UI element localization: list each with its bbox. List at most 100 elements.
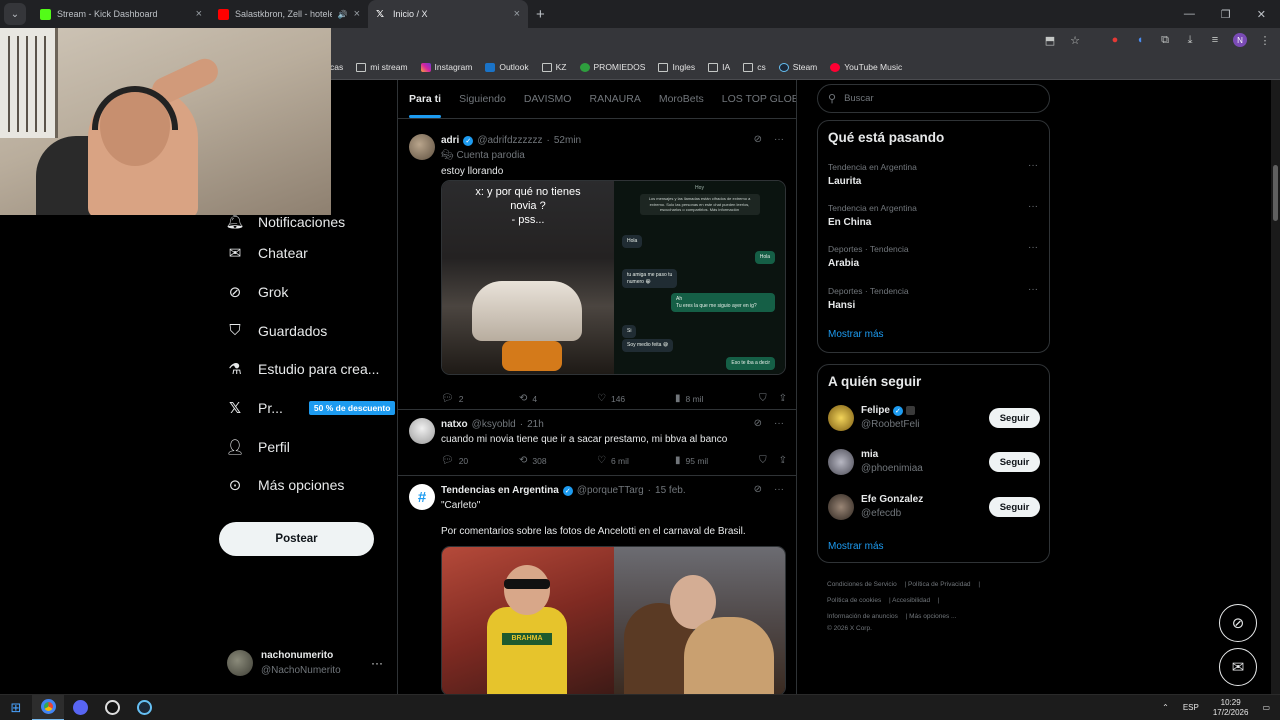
bookmark-icon[interactable]: ⛉ [759, 393, 767, 404]
extension-blue-icon[interactable]: ◖ [1133, 33, 1147, 47]
author-handle[interactable]: @adrifdzzzzzz [477, 135, 542, 146]
more-icon[interactable]: ··· [1028, 284, 1038, 295]
tweet[interactable]: natxo @ksyobld · 21h ⊘ ··· cuando mi novi… [398, 410, 796, 476]
author-handle[interactable]: @ksyobld [472, 419, 516, 430]
follow-suggestion[interactable]: Efe Gonzalez @efecdb Seguir [828, 494, 1040, 524]
post-button[interactable]: Postear [219, 522, 374, 556]
tab-los-top-globa[interactable]: LOS TOP GLOBA [722, 93, 796, 105]
close-tab-icon[interactable]: × [514, 8, 520, 20]
nav-mas-opciones[interactable]: ⊙ Más opciones [219, 466, 389, 505]
bookmark-promiedos[interactable]: PROMIEDOS [579, 62, 645, 72]
chrome-icon[interactable] [32, 694, 64, 720]
close-tab-icon[interactable]: × [196, 8, 202, 20]
author-name[interactable]: adri [441, 135, 459, 146]
search-input[interactable]: ⚲ Buscar [817, 84, 1050, 113]
extension-red-icon[interactable]: ● [1108, 33, 1122, 47]
media-queue-icon[interactable]: ≡ [1208, 33, 1222, 47]
messages-floating-button[interactable]: ✉︎ [1219, 648, 1257, 686]
footer-link[interactable]: Política de Privacidad [908, 581, 971, 588]
footer-link[interactable]: Política de cookies [827, 597, 881, 604]
reply-button[interactable]: 💬︎ 2 [441, 393, 519, 404]
tweet-time[interactable]: 21h [527, 419, 544, 430]
share-icon[interactable]: ⇪ [779, 455, 787, 466]
author-name[interactable]: Tendencias en Argentina [441, 485, 559, 496]
tab-kick-dashboard[interactable]: Stream - Kick Dashboard × [32, 0, 210, 28]
tweet-time[interactable]: 52min [554, 135, 581, 146]
bookmark-cs[interactable]: cs [743, 62, 766, 72]
tab-ranaura[interactable]: RANAURA [589, 93, 640, 105]
repost-button[interactable]: ⟲ 4 [519, 393, 597, 404]
tab-para-ti[interactable]: Para ti [409, 93, 442, 118]
tweet[interactable]: adri ✓ @adrifdzzzzzz · 52min ⊘ ··· 🎭︎ Cue… [398, 126, 796, 410]
footer-link[interactable]: Información de anuncios [827, 613, 898, 620]
follow-suggestion[interactable]: mia @phoenimiaa Seguir [828, 449, 1040, 479]
show-more-trends-link[interactable]: Mostrar más [828, 329, 884, 340]
follow-button[interactable]: Seguir [989, 452, 1040, 472]
tweet-time[interactable]: 15 feb. [655, 485, 686, 496]
bookmark-youtube-music[interactable]: YouTube Music [830, 62, 902, 72]
grok-icon[interactable]: ⊘ [754, 134, 762, 145]
grok-icon[interactable]: ⊘ [754, 484, 762, 495]
nav-chatear[interactable]: ✉︎ Chatear [219, 234, 389, 273]
like-button[interactable]: ♡ 6 mil [597, 455, 675, 466]
kebab-menu-icon[interactable]: ⋮ [1258, 33, 1272, 47]
footer-link[interactable]: Condiciones de Servicio [827, 581, 897, 588]
more-icon[interactable]: ··· [1028, 242, 1038, 253]
bookmark-icon[interactable]: ⛉ [759, 455, 767, 466]
tweet-media[interactable]: BRAHMA [441, 546, 786, 694]
author-handle[interactable]: @porqueTTarg [577, 485, 644, 496]
trend-item[interactable]: Tendencia en Argentina Laurita ··· [828, 160, 1038, 187]
steam-icon[interactable] [128, 695, 160, 720]
extensions-puzzle-icon[interactable]: ⧉ [1158, 33, 1172, 47]
profile-avatar[interactable]: N [1233, 33, 1247, 47]
bookmark-cas[interactable]: cas [330, 62, 343, 72]
page-scrollbar[interactable] [1271, 80, 1280, 694]
windows-start-icon[interactable]: ⊞ [0, 695, 32, 720]
tab-x-inicio[interactable]: 𝕏 Inicio / X × [368, 0, 528, 28]
speaker-icon[interactable]: 🔊 [338, 10, 348, 19]
grok-icon[interactable]: ⊘ [754, 418, 762, 429]
clock[interactable]: 10:29 17/2/2026 [1213, 698, 1249, 718]
restore-icon[interactable]: ❐ [1221, 8, 1231, 21]
tab-youtube[interactable]: Salastkbron, Zell - hoteles ( 🔊 × [210, 0, 368, 28]
share-icon[interactable]: ⇪ [779, 393, 787, 404]
more-icon[interactable]: ··· [1028, 160, 1038, 171]
close-tab-icon[interactable]: × [354, 8, 360, 20]
bookmark-ia[interactable]: IA [708, 62, 730, 72]
more-icon[interactable]: ··· [774, 484, 784, 495]
new-tab-icon[interactable]: + [536, 6, 545, 23]
star-icon[interactable]: ☆ [1068, 33, 1082, 47]
download-icon[interactable]: ⤓ [1183, 33, 1197, 47]
notification-icon[interactable]: ▭ [1262, 703, 1270, 712]
tweet-media[interactable]: x: y por qué no tienes novia ? - pss... … [441, 180, 786, 375]
language-indicator[interactable]: ESP [1183, 703, 1199, 712]
footer-link[interactable]: Más opciones ... [909, 613, 956, 620]
trend-item[interactable]: Deportes · Tendencia Arabia ··· [828, 242, 1038, 269]
obs-icon[interactable] [96, 695, 128, 720]
tray-chevron-icon[interactable]: ⌃ [1162, 703, 1169, 712]
tab-morobets[interactable]: MoroBets [659, 93, 704, 105]
reply-button[interactable]: 💬︎ 20 [441, 455, 519, 466]
bookmark-mi-stream[interactable]: mi stream [356, 62, 408, 72]
more-icon[interactable]: ··· [371, 656, 383, 670]
more-icon[interactable]: ··· [774, 134, 784, 145]
nav-estudio[interactable]: ⚗︎ Estudio para crea... [219, 350, 389, 389]
nav-perfil[interactable]: 👤︎ Perfil [219, 427, 389, 466]
tab-search-button[interactable]: ⌄ [4, 3, 26, 25]
bookmark-instagram[interactable]: Instagram [420, 62, 472, 72]
nav-grok[interactable]: ⊘ Grok [219, 273, 389, 312]
views-button[interactable]: ▮ 8 mil [675, 393, 703, 404]
minimize-icon[interactable]: — [1184, 8, 1195, 21]
bookmark-ingles[interactable]: Ingles [658, 62, 695, 72]
bookmark-kz[interactable]: KZ [541, 62, 567, 72]
close-window-icon[interactable]: ✕ [1257, 8, 1266, 21]
bookmark-outlook[interactable]: Outlook [485, 62, 529, 72]
tab-davismo[interactable]: DAVISMO [524, 93, 572, 105]
trend-item[interactable]: Tendencia en Argentina En China ··· [828, 201, 1038, 228]
nav-guardados[interactable]: ⛉ Guardados [219, 311, 389, 350]
show-more-follow-link[interactable]: Mostrar más [828, 541, 884, 552]
scrollbar-thumb[interactable] [1273, 165, 1278, 221]
trend-item[interactable]: Deportes · Tendencia Hansi ··· [828, 284, 1038, 311]
account-switcher[interactable]: nachonumerito @NachoNumerito ··· [227, 650, 387, 680]
follow-button[interactable]: Seguir [989, 408, 1040, 428]
